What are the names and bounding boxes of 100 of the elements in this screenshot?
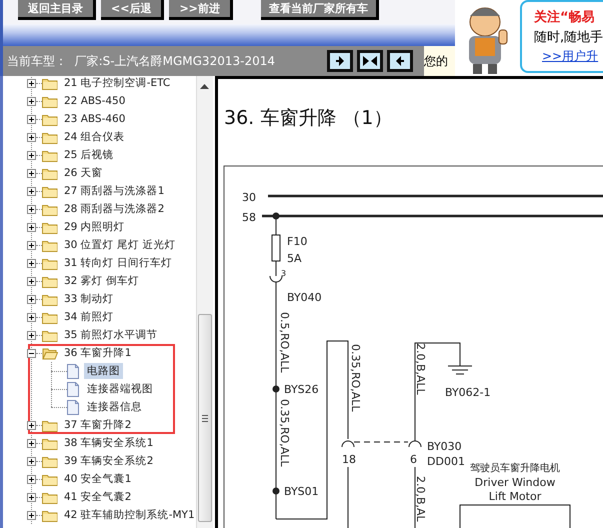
folder-icon xyxy=(42,238,58,252)
diagram-label: BY030 xyxy=(427,440,462,453)
tree-item[interactable]: 26 天窗 xyxy=(62,166,105,180)
document-icon xyxy=(67,400,79,414)
tree-item[interactable]: 40 安全气囊1 xyxy=(62,472,134,486)
tree-item[interactable]: 36 车窗升降1 xyxy=(62,346,134,360)
diagram-label: BYS26 xyxy=(284,383,319,396)
layout-button[interactable] xyxy=(357,50,384,72)
expand-icon[interactable] xyxy=(27,96,36,106)
expand-icon[interactable] xyxy=(27,150,36,160)
collapse-icon[interactable] xyxy=(27,348,36,358)
folder-icon xyxy=(42,508,58,522)
diagram-label: Lift Motor xyxy=(488,490,542,503)
expand-icon[interactable] xyxy=(27,330,36,340)
expand-icon[interactable] xyxy=(27,78,36,88)
tree-item[interactable]: 28 雨刮器与洗涤器2 xyxy=(62,202,166,216)
expand-icon[interactable] xyxy=(27,114,36,124)
folder-icon xyxy=(42,328,58,342)
expand-icon[interactable] xyxy=(27,438,36,448)
tree-item[interactable]: 连接器信息 xyxy=(84,399,145,415)
diagram-label: Driver Window xyxy=(474,476,556,489)
tree-item[interactable]: 35 前照灯水平调节 xyxy=(62,328,160,342)
toolbar-button[interactable]: 返回主目录 xyxy=(18,0,96,20)
diagram-label: 3 xyxy=(281,269,286,278)
upgrade-link[interactable]: >>用户升 xyxy=(534,48,603,65)
layout-button[interactable] xyxy=(327,50,354,72)
expand-icon[interactable] xyxy=(27,420,36,430)
expand-icon[interactable] xyxy=(27,510,36,520)
expand-icon[interactable] xyxy=(27,258,36,268)
tree-item[interactable]: 24 组合仪表 xyxy=(62,130,127,144)
arrow-left-icon xyxy=(396,56,404,66)
tree-item[interactable]: 30 位置灯 尾灯 近光灯 xyxy=(62,238,178,252)
expand-icon[interactable] xyxy=(27,186,36,196)
folder-icon xyxy=(42,202,58,216)
folder-icon xyxy=(42,490,58,504)
expand-icon[interactable] xyxy=(27,276,36,286)
arrows-inward-icon xyxy=(363,56,378,66)
diagram-label: BY062-1 xyxy=(445,386,491,399)
wire-label: 0.35,RO,ALL xyxy=(278,399,291,467)
tree-item[interactable]: 27 雨刮器与洗涤器1 xyxy=(62,184,166,198)
folder-icon xyxy=(42,184,58,198)
expand-icon[interactable] xyxy=(27,294,36,304)
folder-icon xyxy=(42,418,58,432)
expand-icon[interactable] xyxy=(27,168,36,178)
tree-item[interactable]: 37 车窗升降2 xyxy=(62,418,134,432)
document-icon xyxy=(67,364,79,378)
folder-icon xyxy=(42,436,58,450)
tree-item[interactable]: 32 雾灯 倒车灯 xyxy=(62,274,142,288)
scroll-up-icon[interactable] xyxy=(200,84,209,89)
tree-item[interactable]: 31 转向灯 日间行车灯 xyxy=(62,256,174,270)
layout-button[interactable] xyxy=(387,50,414,72)
tree-item[interactable]: 连接器端视图 xyxy=(84,381,156,397)
folder-icon xyxy=(42,94,58,108)
tree-item[interactable]: 22 ABS-450 xyxy=(62,95,128,107)
diagram-label: 6 xyxy=(410,453,417,466)
expand-icon[interactable] xyxy=(27,474,36,484)
diagram-label: 58 xyxy=(242,211,256,224)
notice-text: 您的 xyxy=(424,46,455,76)
expand-icon[interactable] xyxy=(27,456,36,466)
page-title: 36. 车窗升降 （1） xyxy=(224,107,392,129)
folder-icon xyxy=(42,274,58,288)
tree-item[interactable]: 38 车辆安全系统1 xyxy=(62,436,156,450)
tree-item[interactable]: 电路图 xyxy=(84,363,123,379)
expand-icon[interactable] xyxy=(27,204,36,214)
tree-item[interactable]: 34 前照灯 xyxy=(62,310,116,324)
expand-icon[interactable] xyxy=(27,312,36,322)
tree-item[interactable]: 21 电子控制空调-ETC xyxy=(62,76,172,90)
tree-item[interactable]: 25 后视镜 xyxy=(62,148,116,162)
grip-icon xyxy=(202,414,208,422)
scrollbar[interactable] xyxy=(196,76,213,528)
diagram-label: 30 xyxy=(242,191,256,204)
tree-item[interactable]: 33 制动灯 xyxy=(62,292,116,306)
tree-item[interactable]: 42 驻车辅助控制系统-MY1 xyxy=(62,508,197,522)
expand-icon[interactable] xyxy=(27,240,36,250)
diagram-label: BYS01 xyxy=(284,485,319,498)
current-vehicle-text: 当前车型： 厂家:S-上汽名爵MGMG32013-2014 xyxy=(6,54,276,68)
folder-icon xyxy=(42,112,58,126)
toolbar-button[interactable]: <<后退 xyxy=(101,0,164,20)
document-icon xyxy=(67,382,79,396)
expand-icon[interactable] xyxy=(27,222,36,232)
expand-icon[interactable] xyxy=(27,492,36,502)
folder-icon xyxy=(42,130,58,144)
toolbar-button[interactable]: 查看当前厂家所有车 xyxy=(260,0,379,20)
diagram-label: DD001 xyxy=(427,455,465,468)
diagram-label: 5A xyxy=(287,252,302,265)
tree-item[interactable]: 41 安全气囊2 xyxy=(62,490,134,504)
folder-icon xyxy=(42,292,58,306)
tree-item[interactable]: 39 车辆安全系统2 xyxy=(62,454,156,468)
expand-icon[interactable] xyxy=(27,132,36,142)
toolbar-button[interactable]: >>前进 xyxy=(169,0,233,20)
folder-icon xyxy=(42,472,58,486)
diagram-label: 驾驶员车窗升降电机 xyxy=(470,463,560,474)
diagram-label: F10 xyxy=(287,235,308,248)
folder-icon xyxy=(42,454,58,468)
wire-label: 2.0,B,ALL xyxy=(414,343,427,395)
open-folder-icon xyxy=(42,346,58,360)
tree-item[interactable]: 29 内照明灯 xyxy=(62,220,127,234)
tree-item[interactable]: 23 ABS-460 xyxy=(62,113,128,125)
folder-icon xyxy=(42,256,58,270)
wire-label: 2.0,B,AL xyxy=(414,476,427,522)
